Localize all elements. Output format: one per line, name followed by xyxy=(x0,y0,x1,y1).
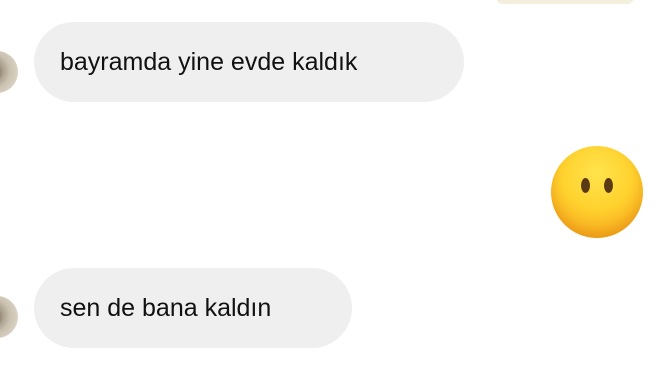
previous-message-fragment xyxy=(496,0,634,4)
chat-thread: bayramda yine evde kaldık sen de bana ka… xyxy=(0,0,672,378)
left-eye xyxy=(581,178,590,193)
face-without-mouth-emoji-icon[interactable] xyxy=(551,146,643,238)
message-text: bayramda yine evde kaldık xyxy=(60,48,358,76)
avatar[interactable] xyxy=(0,296,18,338)
message-text: sen de bana kaldın xyxy=(60,294,272,322)
incoming-message-bubble[interactable]: sen de bana kaldın xyxy=(34,268,352,348)
incoming-message-bubble[interactable]: bayramda yine evde kaldık xyxy=(34,22,464,102)
avatar[interactable] xyxy=(0,51,18,93)
avatar-shade xyxy=(0,308,2,326)
right-eye xyxy=(604,178,613,193)
avatar-shade xyxy=(0,63,2,81)
